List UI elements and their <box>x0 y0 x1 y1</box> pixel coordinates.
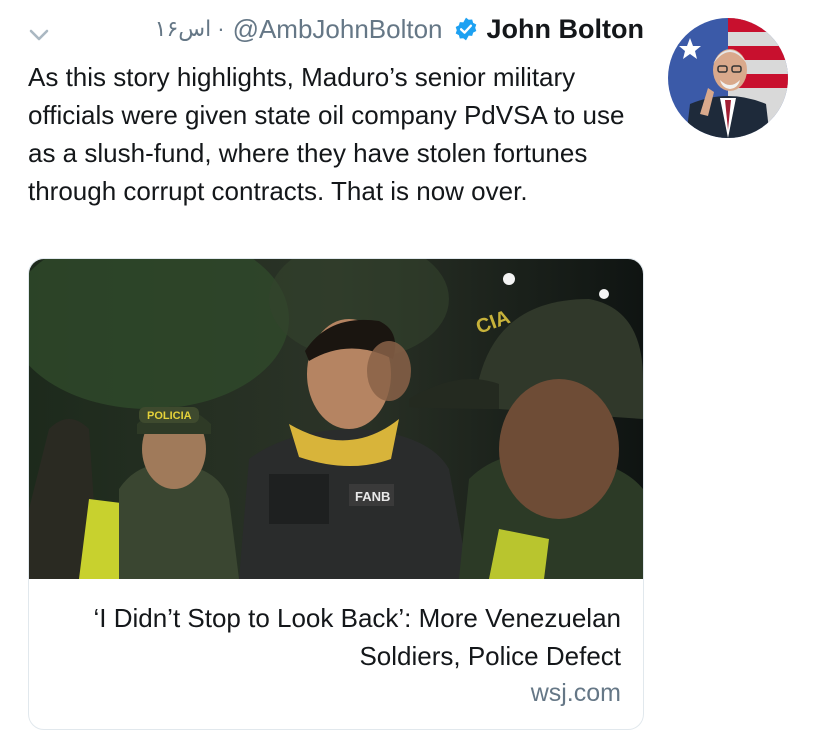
user-display-name[interactable]: John Bolton <box>487 14 644 45</box>
tweet-header: ۱۶اس · @AmbJohnBolton John Bolton <box>155 12 644 46</box>
tweet-text: As this story highlights, Maduro’s senio… <box>28 62 625 206</box>
fanb-patch-label: FANB <box>355 489 390 504</box>
article-photo: POLICIA FANB CIA <box>29 259 643 579</box>
chevron-down-icon[interactable] <box>28 26 50 44</box>
link-card[interactable]: POLICIA FANB CIA ‘I Didn’t Stop to Look … <box>28 258 644 730</box>
verified-badge-icon <box>455 17 476 41</box>
policia-cap-label: POLICIA <box>147 410 192 422</box>
avatar[interactable] <box>668 18 788 138</box>
user-handle[interactable]: @AmbJohnBolton <box>233 14 443 45</box>
article-headline[interactable]: ‘I Didn’t Stop to Look Back’: More Venez… <box>41 599 621 675</box>
tweet-timestamp[interactable]: ۱۶اس <box>155 16 212 42</box>
avatar-image <box>668 18 788 138</box>
article-domain[interactable]: wsj.com <box>531 679 621 708</box>
separator-dot: · <box>217 16 225 41</box>
